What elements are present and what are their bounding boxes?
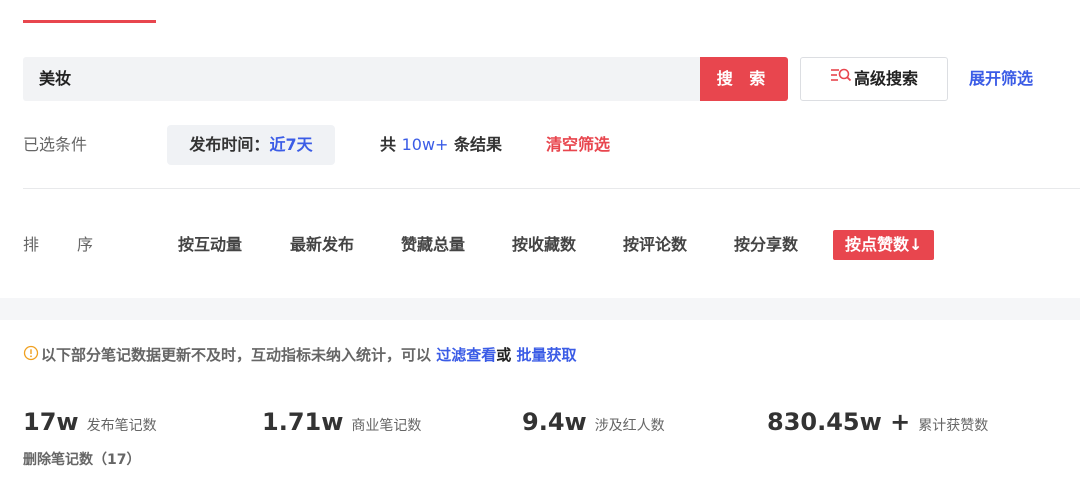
divider [23, 188, 1080, 189]
chip-value: 近7天 [269, 135, 313, 154]
filter-view-link[interactable]: 过滤查看 [436, 346, 496, 364]
sort-option-likes-favs[interactable]: 赞藏总量 [401, 230, 465, 260]
stat-label: 发布笔记数 [86, 418, 157, 434]
sort-option-shares[interactable]: 按分享数 [734, 230, 798, 260]
advanced-search-icon [830, 59, 852, 101]
sort-option-likes-active[interactable]: 按点赞数↓ [833, 230, 935, 260]
count-prefix: 共 [380, 135, 402, 154]
stat-value: 830.45w + [767, 408, 911, 436]
stat-published-notes: 17w 发布笔记数 [23, 408, 157, 436]
batch-fetch-link[interactable]: 批量获取 [516, 346, 576, 364]
stat-value: 9.4w [522, 408, 587, 436]
count-suffix: 条结果 [448, 135, 503, 154]
stat-value: 1.71w [262, 408, 344, 436]
chip-key: 发布时间： [189, 135, 270, 154]
advanced-search-button[interactable]: 高级搜索 [800, 57, 948, 101]
notice-or: 或 [496, 346, 517, 364]
sort-option-interaction[interactable]: 按互动量 [178, 230, 242, 260]
stat-label: 涉及红人数 [594, 418, 665, 434]
result-count: 共 10w+ 条结果 [380, 125, 502, 165]
clear-filter-link[interactable]: 清空筛选 [546, 125, 610, 165]
sort-option-latest[interactable]: 最新发布 [290, 230, 354, 260]
stat-label: 累计获赞数 [918, 418, 989, 434]
stat-total-likes: 830.45w + 累计获赞数 [767, 408, 988, 436]
search-input-value: 美妆 [39, 69, 72, 88]
sort-label-char: 排 [23, 235, 40, 254]
warning-icon [23, 343, 39, 369]
stat-influencers: 9.4w 涉及红人数 [522, 408, 665, 436]
sort-option-favorites[interactable]: 按收藏数 [512, 230, 576, 260]
data-notice: 以下部分笔记数据更新不及时，互动指标未纳入统计，可以 过滤查看或 批量获取 [23, 342, 577, 369]
stat-commercial-notes: 1.71w 商业笔记数 [262, 408, 421, 436]
stat-label: 商业笔记数 [351, 418, 422, 434]
sort-label: 排序 [23, 230, 93, 260]
stat-value: 17w [23, 408, 79, 436]
advanced-search-label: 高级搜索 [853, 69, 918, 88]
search-button[interactable]: 搜 索 [700, 57, 788, 101]
deleted-notes-count[interactable]: 删除笔记数（17） [23, 449, 140, 469]
expand-filter-link[interactable]: 展开筛选 [969, 57, 1033, 101]
selected-conditions-label: 已选条件 [23, 135, 88, 154]
active-tab-underline [23, 20, 156, 23]
notice-text: 以下部分笔记数据更新不及时，互动指标未纳入统计，可以 [41, 346, 437, 364]
sort-label-char: 序 [77, 235, 94, 254]
sort-option-comments[interactable]: 按评论数 [623, 230, 687, 260]
publish-time-chip[interactable]: 发布时间：近7天 [167, 125, 335, 165]
count-value: 10w+ [401, 135, 449, 154]
search-input[interactable]: 美妆 [23, 57, 700, 101]
